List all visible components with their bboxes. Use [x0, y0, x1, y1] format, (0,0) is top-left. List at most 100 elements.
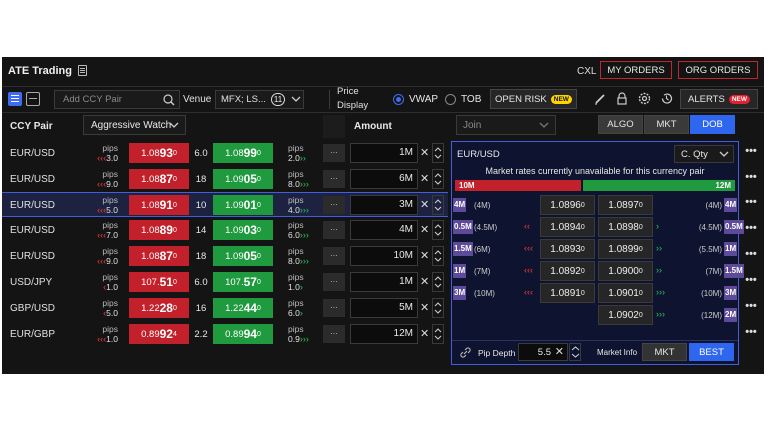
buy-price-button[interactable]: 0.89 94 0	[213, 324, 273, 344]
amount-input[interactable]: 4M	[350, 220, 418, 240]
amount-stepper[interactable]	[432, 246, 444, 266]
ask-level-price[interactable]: 1.0900 0	[598, 261, 653, 281]
dob-mkt-button[interactable]: MKT	[642, 343, 687, 361]
bid-level-price[interactable]: 1.0894 0	[540, 217, 595, 237]
bid-level-price[interactable]: 1.0896 0	[540, 195, 595, 215]
more-options-icon[interactable]: •••	[742, 171, 760, 183]
amount-stepper[interactable]	[432, 272, 444, 292]
amount-stepper[interactable]	[432, 324, 444, 344]
join-select[interactable]: Join	[456, 115, 556, 135]
grid-view-icon[interactable]	[26, 92, 40, 106]
row-options-button[interactable]: ...	[323, 221, 345, 239]
ask-level-price[interactable]: 1.0901 0	[598, 283, 653, 303]
sell-price-button[interactable]: 107. 51 0	[129, 272, 189, 292]
open-risk-button[interactable]: OPEN RISK NEW	[490, 89, 577, 109]
more-options-icon[interactable]: •••	[742, 274, 760, 286]
algo-tab[interactable]: ALGO	[598, 115, 643, 134]
link-icon[interactable]	[460, 347, 471, 358]
ask-level-price[interactable]: 1.0902 0	[598, 305, 653, 325]
row-options-button[interactable]: ...	[323, 273, 345, 291]
sell-price-button[interactable]: 1.08 93 0	[129, 143, 189, 163]
cxl-button[interactable]: CXL	[577, 66, 596, 77]
pencil-icon[interactable]	[594, 93, 606, 105]
stepper-arrows-icon[interactable]	[571, 345, 580, 359]
bid-level-price[interactable]: 1.0893 0	[540, 239, 595, 259]
sell-price-button[interactable]: 1.08 91 0	[129, 195, 189, 215]
amount-stepper[interactable]	[432, 298, 444, 318]
more-options-icon[interactable]: •••	[742, 196, 760, 208]
amount-stepper[interactable]	[432, 220, 444, 240]
pip-depth-stepper[interactable]	[569, 343, 581, 361]
amount-stepper[interactable]	[432, 195, 444, 215]
amount-input[interactable]: 1M	[350, 143, 418, 163]
watchlist-select[interactable]: Aggressive Watch	[83, 115, 186, 135]
ask-level-price[interactable]: 1.0897 0	[598, 195, 653, 215]
buy-price-button[interactable]: 1.09 05 0	[213, 246, 273, 266]
amount-input[interactable]: 1M	[350, 272, 418, 292]
clear-icon[interactable]: ✕	[420, 275, 429, 288]
amount-input[interactable]: 12M	[350, 324, 418, 344]
row-options-button[interactable]: ...	[323, 325, 345, 343]
pip-depth-input[interactable]: 5.5 ✕	[518, 343, 568, 361]
settings-gear-icon[interactable]	[638, 92, 651, 105]
more-options-icon[interactable]: •••	[742, 145, 760, 157]
calendar-icon[interactable]	[78, 65, 87, 76]
list-view-icon[interactable]	[8, 92, 22, 106]
lock-icon[interactable]	[616, 92, 628, 105]
row-options-button[interactable]: ...	[323, 144, 345, 162]
bid-level-price[interactable]: 1.0892 0	[540, 261, 595, 281]
buy-price-button[interactable]: 107. 57 0	[213, 272, 273, 292]
sell-price-big: 1.08	[141, 173, 160, 185]
row-options-button[interactable]: ...	[323, 196, 345, 214]
more-options-icon[interactable]: •••	[742, 326, 760, 338]
clear-icon[interactable]: ✕	[555, 345, 564, 358]
row-options-button[interactable]: ...	[323, 299, 345, 317]
mkt-tab[interactable]: MKT	[644, 115, 689, 134]
clear-icon[interactable]: ✕	[420, 301, 429, 314]
row-options-button[interactable]: ...	[323, 247, 345, 265]
my-orders-button[interactable]: MY ORDERS	[600, 61, 672, 79]
tob-radio[interactable]	[445, 94, 456, 105]
clear-icon[interactable]: ✕	[420, 172, 429, 185]
dob-tab[interactable]: DOB	[690, 115, 735, 134]
sell-price-button[interactable]: 1.08 87 0	[129, 246, 189, 266]
bid-level-price[interactable]: 1.0891 0	[540, 283, 595, 303]
buy-price-button[interactable]: 1.09 03 0	[213, 220, 273, 240]
amount-stepper[interactable]	[432, 169, 444, 189]
sell-price-button[interactable]: 1.22 28 0	[129, 298, 189, 318]
buy-price-pips: 05	[243, 172, 257, 186]
clear-icon[interactable]: ✕	[420, 327, 429, 340]
search-icon[interactable]	[163, 94, 175, 106]
amount-input[interactable]: 5M	[350, 298, 418, 318]
qty-select[interactable]: C. Qty	[674, 145, 734, 163]
amount-input[interactable]: 3M	[350, 195, 418, 215]
amount-stepper[interactable]	[432, 143, 444, 163]
amount-input[interactable]: 6M	[350, 169, 418, 189]
alerts-button[interactable]: ALERTS NEW	[680, 89, 758, 109]
sell-price-button[interactable]: 0.89 92 4	[129, 324, 189, 344]
sell-price-button[interactable]: 1.08 89 0	[129, 220, 189, 240]
clear-icon[interactable]: ✕	[420, 198, 429, 211]
ask-level-price[interactable]: 1.0899 0	[598, 239, 653, 259]
more-options-icon[interactable]: •••	[742, 222, 760, 234]
org-orders-button[interactable]: ORG ORDERS	[678, 61, 758, 79]
row-options-button[interactable]: ...	[323, 170, 345, 188]
buy-price-button[interactable]: 1.09 01 0	[213, 195, 273, 215]
buy-price-button[interactable]: 1.22 44 0	[213, 298, 273, 318]
clear-icon[interactable]: ✕	[420, 223, 429, 236]
more-options-icon[interactable]: •••	[742, 248, 760, 260]
buy-price-button[interactable]: 1.08 99 0	[213, 143, 273, 163]
clear-icon[interactable]: ✕	[420, 146, 429, 159]
sell-price-button[interactable]: 1.08 87 0	[129, 169, 189, 189]
clear-icon[interactable]: ✕	[420, 249, 429, 262]
history-icon[interactable]	[660, 92, 673, 105]
app-title: ATE Trading	[8, 65, 72, 77]
more-options-icon[interactable]: •••	[742, 300, 760, 312]
amount-input[interactable]: 10M	[350, 246, 418, 266]
dob-best-button[interactable]: BEST	[689, 343, 734, 361]
add-ccy-search-input[interactable]: Add CCY Pair	[54, 90, 180, 109]
ask-level-price[interactable]: 1.0898 0	[598, 217, 653, 237]
venue-select[interactable]: MFX; LS... 11	[215, 90, 304, 109]
vwap-radio[interactable]	[393, 94, 404, 105]
buy-price-button[interactable]: 1.09 05 0	[213, 169, 273, 189]
